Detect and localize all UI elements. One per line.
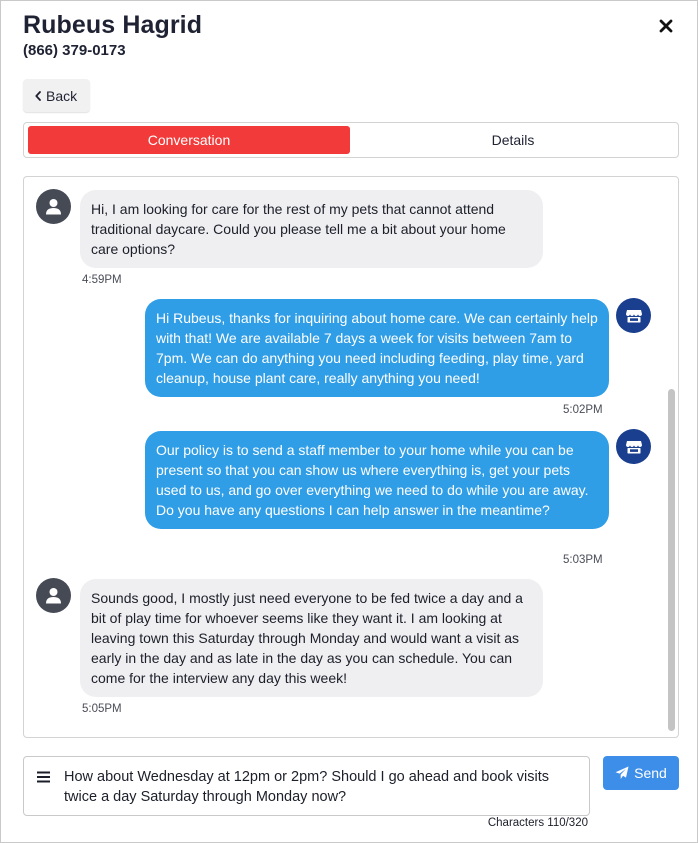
tab-details[interactable]: Details xyxy=(352,126,674,154)
tab-conversation[interactable]: Conversation xyxy=(28,126,350,154)
message-bubble-incoming: Hi, I am looking for care for the rest o… xyxy=(80,190,543,268)
message-timestamp: 5:05PM xyxy=(82,703,122,715)
user-icon xyxy=(46,199,61,215)
character-count: Characters 110/320 xyxy=(487,817,588,829)
message-bubble-incoming: Sounds good, I mostly just need everyone… xyxy=(80,579,543,697)
paper-plane-icon xyxy=(615,766,629,779)
user-avatar xyxy=(36,189,71,224)
business-avatar xyxy=(616,429,651,464)
message-bubble-outgoing: Our policy is to send a staff member to … xyxy=(145,431,609,529)
contact-name: Rubeus Hagrid xyxy=(23,11,203,39)
send-button-label: Send xyxy=(634,765,667,781)
back-button[interactable]: Back xyxy=(23,79,91,112)
send-button[interactable]: Send xyxy=(603,756,679,790)
message-input[interactable]: How about Wednesday at 12pm or 2pm? Shou… xyxy=(64,767,581,807)
menu-icon[interactable] xyxy=(37,771,50,783)
chevron-left-icon xyxy=(35,90,41,101)
business-avatar xyxy=(616,298,651,333)
close-icon xyxy=(659,19,673,33)
conversation-thread[interactable]: Hi, I am looking for care for the rest o… xyxy=(23,176,679,738)
message-timestamp: 5:03PM xyxy=(563,554,603,566)
message-timestamp: 5:02PM xyxy=(563,404,603,416)
conversation-modal: Rubeus Hagrid (866) 379-0173 Back Conver… xyxy=(0,0,698,843)
storefront-icon xyxy=(625,440,642,453)
storefront-icon xyxy=(625,309,642,322)
scrollbar-thumb[interactable] xyxy=(668,389,675,731)
message-bubble-outgoing: Hi Rubeus, thanks for inquiring about ho… xyxy=(145,299,609,397)
contact-phone: (866) 379-0173 xyxy=(23,42,126,59)
back-button-label: Back xyxy=(46,87,78,104)
close-button[interactable] xyxy=(655,15,677,37)
user-icon xyxy=(46,588,61,604)
user-avatar xyxy=(36,578,71,613)
message-timestamp: 4:59PM xyxy=(82,274,122,286)
message-compose-field[interactable]: How about Wednesday at 12pm or 2pm? Shou… xyxy=(23,756,590,816)
tab-bar: Conversation Details xyxy=(23,122,679,158)
